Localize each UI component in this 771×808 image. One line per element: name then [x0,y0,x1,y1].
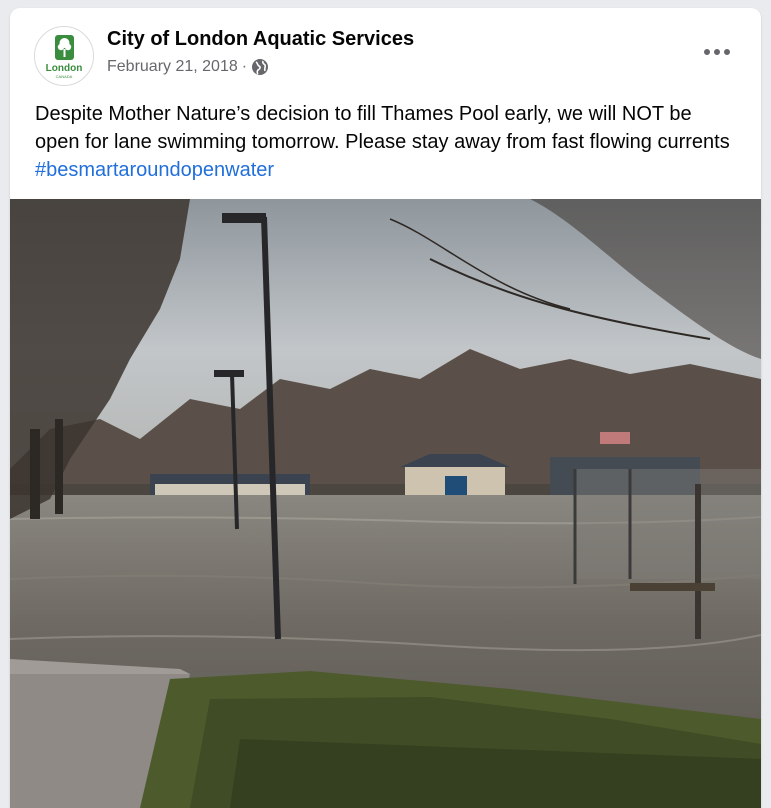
flooded-park-image [10,199,761,808]
post-meta: February 21, 2018 · [107,58,269,76]
more-options-icon[interactable] [699,40,735,64]
post-text: Despite Mother Nature’s decision to fill… [35,103,730,153]
page-avatar[interactable]: London CANADA [34,26,94,86]
post-header: London CANADA City of London Aquatic Ser… [10,8,761,90]
post-date-link[interactable]: February 21, 2018 [107,58,238,76]
avatar-subtext: CANADA [56,74,73,79]
avatar-wordmark: London [46,63,83,74]
post-photo[interactable] [10,199,761,808]
hashtag-link[interactable]: #besmartaroundopenwater [35,159,274,181]
post-card: London CANADA City of London Aquatic Ser… [10,8,761,808]
post-body: Despite Mother Nature’s decision to fill… [35,100,735,184]
meta-separator: · [241,58,248,75]
page-name-link[interactable]: City of London Aquatic Services [107,28,414,51]
london-logo-icon: London CANADA [46,35,83,79]
globe-icon[interactable] [251,58,269,76]
